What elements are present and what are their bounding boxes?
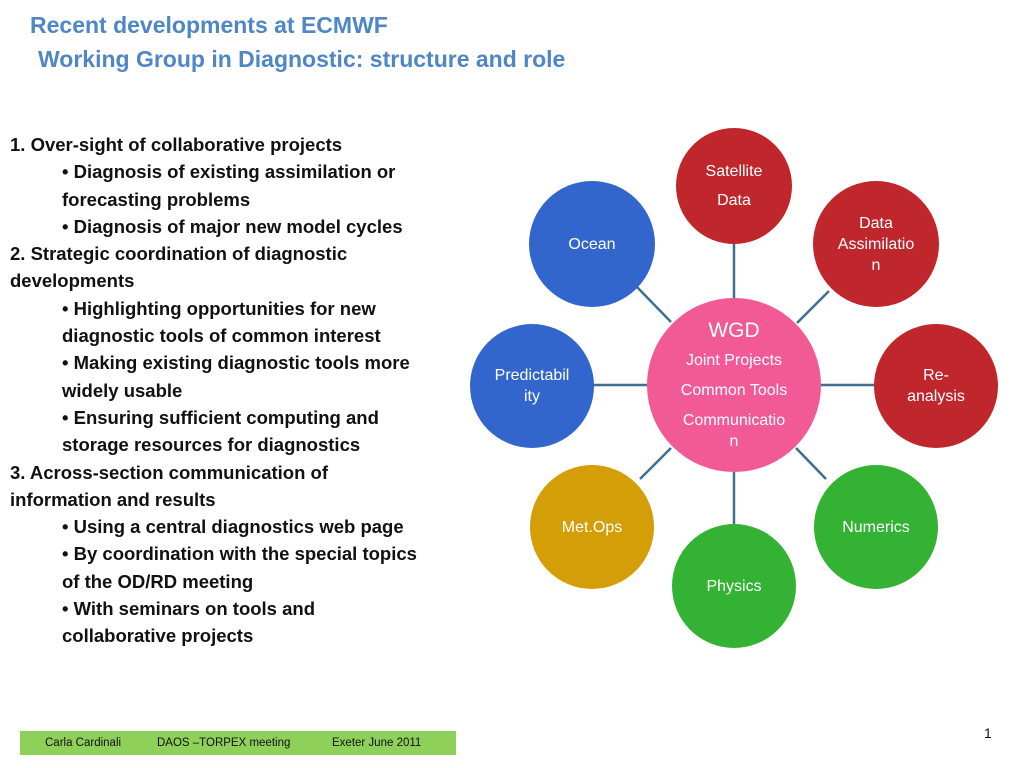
- page-number: 1: [984, 725, 992, 741]
- footer-bar: Carla Cardinali DAOS –TORPEX meeting Exe…: [20, 731, 456, 755]
- satellite-data-label-2: Data: [717, 192, 751, 209]
- wgd-title: WGD: [708, 319, 760, 342]
- reanalysis-label-2: analysis: [907, 388, 965, 405]
- numerics-node: Numerics: [814, 465, 938, 589]
- physics-node: Physics: [672, 524, 796, 648]
- footer-meeting: DAOS –TORPEX meeting: [157, 737, 291, 749]
- numerics-label: Numerics: [842, 518, 910, 536]
- metops-label: Met.Ops: [561, 518, 623, 536]
- data-assimilation-label-1: Data: [859, 214, 893, 232]
- wgd-center-node: WGD Joint Projects Common Tools Communic…: [647, 298, 821, 472]
- ocean-label: Ocean: [568, 235, 616, 253]
- ocean-node: Ocean: [529, 181, 655, 307]
- wgd-communication-2: n: [729, 433, 739, 450]
- satellite-data-label-1: Satellite: [705, 163, 763, 180]
- reanalysis-label-1: Re-: [923, 367, 949, 384]
- wgd-joint-projects: Joint Projects: [685, 352, 783, 369]
- wgd-common-tools: Common Tools: [680, 382, 788, 399]
- metops-node: Met.Ops: [530, 465, 654, 589]
- predictability-label-1: Predictabil: [494, 367, 570, 384]
- connector-numerics: [795, 447, 827, 480]
- data-assimilation-label-2: Assimilatio: [837, 235, 915, 253]
- data-assimilation-label-3: n: [871, 256, 881, 274]
- predictability-node: Predictabil ity: [470, 324, 594, 448]
- reanalysis-node: Re- analysis: [874, 324, 998, 448]
- satellite-data-node: Satellite Data: [676, 128, 792, 244]
- connector-metops: [639, 447, 672, 480]
- footer-place-date: Exeter June 2011: [332, 737, 422, 749]
- connector-data-assimilation: [796, 290, 830, 324]
- data-assimilation-node: Data Assimilatio n: [813, 181, 939, 307]
- wgd-communication-1: Communicatio: [682, 412, 786, 429]
- footer-author: Carla Cardinali: [45, 737, 122, 749]
- connector-ocean: [635, 285, 672, 323]
- predictability-label-2: ity: [524, 388, 540, 405]
- physics-label: Physics: [706, 577, 762, 595]
